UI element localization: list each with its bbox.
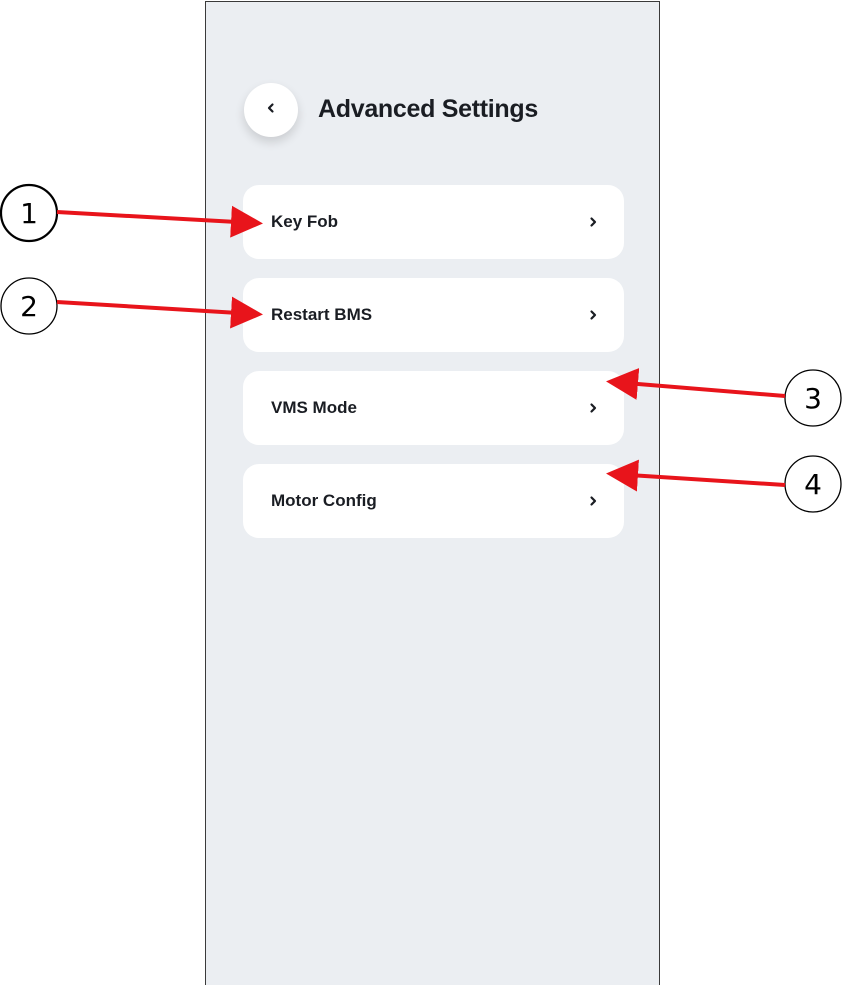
callout-number: 2: [20, 290, 38, 323]
chevron-right-icon: [586, 308, 600, 322]
callout-number: 4: [804, 468, 822, 501]
menu-item-label: VMS Mode: [271, 398, 357, 417]
menu-item-restart-bms[interactable]: Restart BMS: [243, 278, 624, 352]
menu-item-motor-config[interactable]: Motor Config: [243, 464, 624, 538]
menu-item-label: Restart BMS: [271, 305, 373, 324]
annotated-screenshot: Advanced Settings Key Fob Restart BMS VM…: [0, 0, 847, 985]
chevron-left-icon: [264, 101, 278, 120]
callout-number: 1: [20, 197, 38, 230]
menu-item-key-fob[interactable]: Key Fob: [243, 185, 624, 259]
page-title: Advanced Settings: [318, 95, 538, 123]
menu-item-label: Key Fob: [271, 212, 339, 231]
menu-item-label: Motor Config: [271, 491, 377, 510]
chevron-right-icon: [586, 401, 600, 415]
chevron-right-icon: [586, 215, 600, 229]
menu-item-vms-mode[interactable]: VMS Mode: [243, 371, 624, 445]
back-button[interactable]: [244, 83, 298, 137]
chevron-right-icon: [586, 494, 600, 508]
callout-number: 3: [804, 382, 822, 415]
